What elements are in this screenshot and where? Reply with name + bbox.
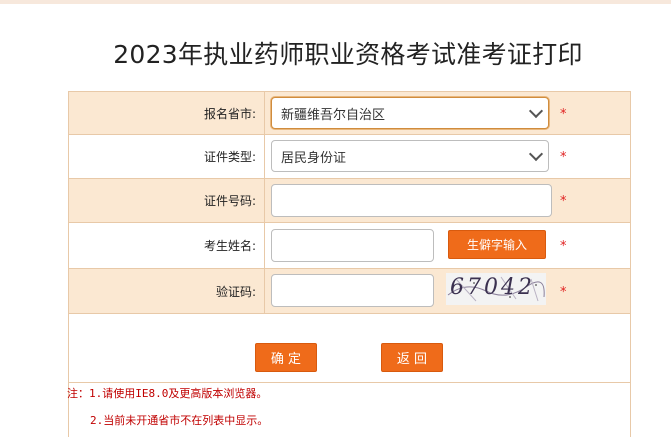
chevron-down-icon — [528, 146, 544, 162]
row-id-type: 证件类型: 居民身份证 * — [69, 135, 630, 179]
captcha-input[interactable] — [271, 274, 434, 307]
province-label: 报名省市: — [69, 92, 265, 134]
rare-char-input-button[interactable]: 生僻字输入 — [448, 230, 546, 259]
required-mark: * — [560, 107, 567, 122]
required-mark: * — [560, 150, 567, 165]
chevron-down-icon — [528, 103, 544, 119]
row-province: 报名省市: 新疆维吾尔自治区 * — [69, 92, 630, 135]
row-id-number: 证件号码: * — [69, 179, 630, 223]
print-form: 报名省市: 新疆维吾尔自治区 * 证件类型: 居民身份证 * 证件号码: * 考… — [67, 91, 631, 437]
province-select[interactable]: 新疆维吾尔自治区 — [271, 97, 549, 129]
page-title: 2023年执业药师职业资格考试准考证打印 — [113, 40, 583, 69]
required-mark: * — [560, 239, 567, 254]
row-name: 考生姓名: 生僻字输入 * — [69, 223, 630, 269]
note-line-1: 注：1.请使用IE8.0及更高版本浏览器。 — [67, 387, 268, 400]
actions-row: 确 定 返 回 — [69, 314, 630, 383]
confirm-button[interactable]: 确 定 — [255, 343, 317, 372]
required-mark: * — [560, 194, 567, 209]
required-mark: * — [560, 285, 567, 300]
captcha-label: 验证码: — [69, 269, 265, 313]
id-number-label: 证件号码: — [69, 179, 265, 222]
name-label: 考生姓名: — [69, 223, 265, 268]
captcha-image[interactable]: 67042 — [446, 273, 546, 305]
top-accent-line — [0, 0, 671, 4]
row-captcha: 验证码: 67042 * — [69, 269, 630, 314]
id-number-input[interactable] — [271, 184, 552, 217]
note-line-2: 2.当前未开通省市不在列表中显示。 — [90, 414, 269, 427]
id-type-label: 证件类型: — [69, 135, 265, 178]
name-input[interactable] — [271, 229, 434, 262]
id-type-select-value: 居民身份证 — [281, 150, 347, 166]
captcha-text: 67042 — [450, 275, 535, 300]
id-type-select[interactable]: 居民身份证 — [271, 140, 549, 172]
back-button[interactable]: 返 回 — [381, 343, 443, 372]
province-select-value: 新疆维吾尔自治区 — [281, 107, 386, 123]
